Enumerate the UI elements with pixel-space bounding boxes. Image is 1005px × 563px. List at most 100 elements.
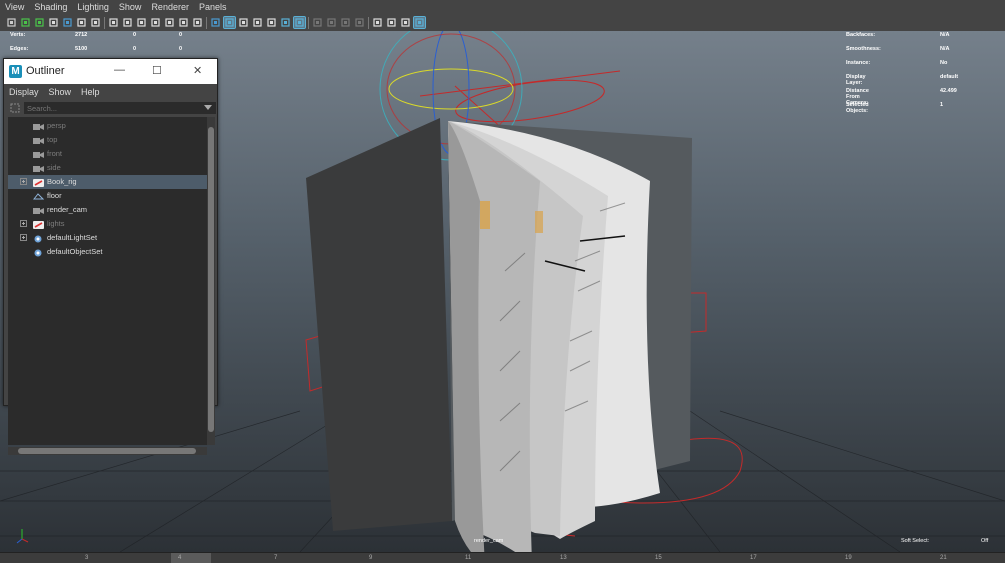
hud-value: 5100 (75, 46, 88, 52)
depth-of-field-icon[interactable] (354, 17, 365, 28)
outliner-item-label: defaultLightSet (47, 233, 98, 242)
outliner-vertical-scrollbar[interactable] (207, 117, 215, 445)
outliner-menu-display[interactable]: Display (4, 84, 44, 100)
menu-renderer[interactable]: Renderer (146, 0, 194, 15)
xray-joints-icon[interactable] (386, 17, 397, 28)
soft-select-status: Soft Select: Off (901, 538, 988, 544)
hud-label: Instance: (846, 60, 871, 66)
book-pages[interactable] (448, 121, 660, 552)
outliner-item-label: Book_rig (47, 177, 77, 186)
hud-label: Backfaces: (846, 32, 876, 38)
book-front-cover[interactable] (306, 118, 452, 531)
backface-icon[interactable] (400, 17, 411, 28)
outliner-window[interactable]: M Outliner — ☐ ✕ DisplayShowHelp persp to… (3, 58, 218, 455)
field-chart-icon[interactable] (164, 17, 175, 28)
time-slider-tick-label: 13 (560, 555, 567, 561)
hud-value: 0 (133, 46, 137, 52)
outliner-item-label: render_cam (47, 205, 88, 214)
outliner-item-floor[interactable]: floor (8, 189, 207, 203)
time-slider-tick-label: 3 (85, 555, 89, 561)
time-slider-tick-label: 15 (655, 555, 662, 561)
search-options-chevron-down-icon[interactable] (204, 105, 212, 110)
outliner-menu-help[interactable]: Help (76, 84, 105, 100)
xray-icon[interactable] (372, 17, 383, 28)
close-icon[interactable]: ✕ (193, 64, 202, 77)
mesh-icon (32, 192, 45, 200)
outliner-titlebar[interactable]: M Outliner — ☐ ✕ (4, 59, 217, 84)
outliner-title: Outliner (26, 65, 65, 77)
motion-blur-icon[interactable] (326, 17, 337, 28)
anti-alias-icon[interactable] (340, 17, 351, 28)
shadows-icon[interactable] (266, 17, 277, 28)
isolate-icon[interactable] (293, 16, 306, 29)
outliner-item-side[interactable]: side (8, 161, 207, 175)
toolbar-separator (308, 17, 309, 29)
menu-show[interactable]: Show (114, 0, 147, 15)
camera-attributes-icon[interactable] (34, 17, 45, 28)
select-camera-icon[interactable] (20, 17, 31, 28)
outliner-item-top[interactable]: top (8, 133, 207, 147)
filter-icon[interactable] (10, 103, 20, 113)
outliner-item-persp[interactable]: persp (8, 119, 207, 133)
bookmark-icon[interactable] (48, 17, 59, 28)
textured-icon[interactable] (280, 17, 291, 28)
safe-action-icon[interactable] (178, 17, 189, 28)
outliner-item-label: front (47, 149, 63, 158)
outliner-list[interactable]: persp top front side Book_rigfloor render_cam… (8, 117, 207, 445)
time-slider-tick-label: 4 (178, 555, 182, 561)
menu-view[interactable]: View (0, 0, 29, 15)
gate-mask-icon[interactable] (150, 17, 161, 28)
expand-plus-icon[interactable] (20, 234, 27, 241)
camera-name-label: render_cam (474, 538, 504, 544)
outliner-menu-show[interactable]: Show (44, 84, 77, 100)
outliner-item-book-rig[interactable]: Book_rig (8, 175, 207, 189)
minimize-icon[interactable]: — (114, 64, 125, 76)
hud-label: Verts: (10, 32, 26, 38)
time-slider-tick-label: 19 (845, 555, 852, 561)
toolbar-separator (104, 17, 105, 29)
expand-plus-icon[interactable] (20, 178, 27, 185)
hud-value: N/A (940, 32, 950, 38)
set-icon (33, 234, 44, 243)
smooth-shade-icon[interactable] (223, 16, 236, 29)
menu-shading[interactable]: Shading (29, 0, 72, 15)
expand-plus-icon[interactable] (20, 220, 27, 227)
use-lights-icon[interactable] (252, 17, 263, 28)
menu-lighting[interactable]: Lighting (72, 0, 114, 15)
outliner-search-input[interactable] (24, 102, 216, 114)
soft-select-value: Off (981, 538, 989, 544)
time-slider[interactable]: 3 4 7 9 11 13 15 17 19 21 (0, 552, 1005, 563)
menu-panels[interactable]: Panels (194, 0, 232, 15)
default-material-icon[interactable] (238, 17, 249, 28)
hud-value: 0 (179, 32, 183, 38)
maya-logo-icon: M (9, 65, 22, 78)
time-slider-tick-label: 9 (369, 555, 373, 561)
rig-icon (33, 220, 44, 229)
set-icon (33, 248, 44, 257)
outliner-item-defaultobjectset[interactable]: defaultObjectSet (8, 245, 207, 259)
film-gate-icon[interactable] (122, 17, 133, 28)
stereo-icon[interactable] (413, 16, 426, 29)
resolution-gate-icon[interactable] (136, 17, 147, 28)
outliner-item-lights[interactable]: lights (8, 217, 207, 231)
outliner-item-defaultlightset[interactable]: defaultLightSet (8, 231, 207, 245)
camera-icon (33, 122, 44, 130)
outliner-horizontal-scrollbar[interactable] (8, 447, 207, 455)
maximize-icon[interactable]: ☐ (152, 64, 162, 77)
hud-label: Smoothness: (846, 46, 881, 52)
wireframe-icon[interactable] (210, 17, 221, 28)
outliner-menubar: Display Show Help (4, 84, 217, 100)
image-plane-icon[interactable] (62, 17, 73, 28)
outliner-item-front[interactable]: front (8, 147, 207, 161)
grease-pencil-icon[interactable] (76, 17, 87, 28)
ambient-occlusion-icon[interactable] (312, 17, 323, 28)
outliner-item-render-cam[interactable]: render_cam (8, 203, 207, 217)
hud-label: Selected Objects: (846, 102, 869, 114)
grid-icon[interactable] (108, 17, 119, 28)
panel-menubar: View Shading Lighting Show Renderer Panels (0, 0, 1005, 15)
pen-icon[interactable] (90, 17, 101, 28)
time-slider-tick-label: 21 (940, 555, 947, 561)
camera-icon (33, 164, 44, 172)
safe-title-icon[interactable] (192, 17, 203, 28)
camera-icon[interactable] (6, 17, 17, 28)
